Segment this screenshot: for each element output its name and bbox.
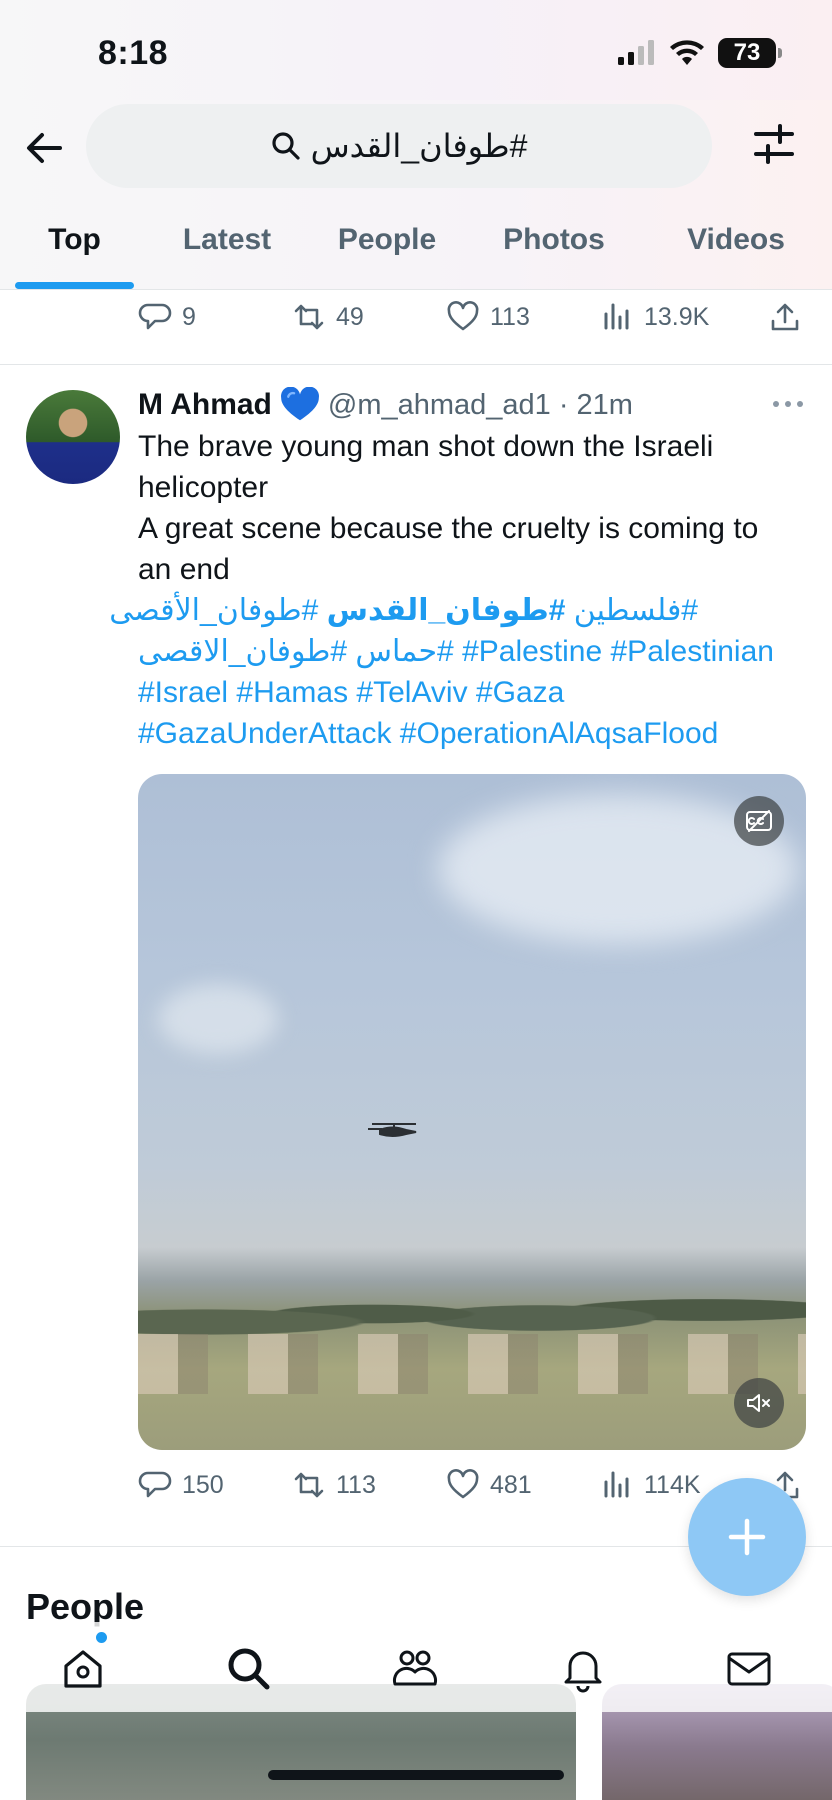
avatar[interactable]: [26, 390, 120, 484]
tweet-header: M Ahmad @m_ahmad_ad1 · 21m: [138, 384, 633, 426]
status-icons: 73: [616, 38, 782, 68]
search-input[interactable]: #طوفان_القدس: [86, 104, 712, 188]
video-houses: [138, 1334, 806, 1394]
views-chart-icon: [604, 1471, 629, 1498]
repost-icon: [294, 1472, 324, 1498]
views-button[interactable]: 114K: [600, 1460, 701, 1510]
hashtag-link[interactable]: #فلسطين: [565, 594, 698, 627]
search-query: #طوفان_القدس: [310, 128, 528, 164]
home-icon[interactable]: [58, 1644, 108, 1694]
notification-dot: [96, 1632, 107, 1643]
share-button[interactable]: [768, 292, 802, 342]
muted-speaker-icon: [747, 1394, 770, 1412]
like-button[interactable]: 481: [446, 1460, 532, 1510]
tweet-video[interactable]: [138, 774, 806, 1450]
status-time: 8:18: [98, 34, 169, 72]
notifications-bell-icon[interactable]: [558, 1644, 608, 1694]
views-count: 13.9K: [644, 302, 710, 331]
views-count: 114K: [644, 1470, 701, 1499]
share-icon: [771, 303, 799, 331]
captions-button[interactable]: [734, 796, 784, 846]
reply-icon: [138, 303, 172, 330]
more-options-icon[interactable]: [770, 392, 806, 416]
reply-count: 9: [182, 302, 196, 331]
tab-people[interactable]: People: [326, 218, 448, 290]
wifi-icon: [670, 40, 704, 65]
tweet-divider: [0, 364, 832, 365]
repost-button[interactable]: 113: [292, 1460, 376, 1510]
tab-videos[interactable]: Videos: [676, 218, 796, 290]
hashtag-link[interactable]: #طوفان_الأقصى: [109, 594, 326, 627]
meta-separator: ·: [558, 388, 569, 421]
repost-count: 49: [336, 302, 364, 331]
sliders-icon: [754, 124, 794, 164]
repost-icon: [294, 304, 324, 330]
bottom-navigation: [0, 1622, 832, 1712]
repost-button[interactable]: 49: [292, 292, 364, 342]
search-settings-button[interactable]: [752, 122, 802, 172]
helicopter-silhouette: [368, 1123, 417, 1137]
reply-button[interactable]: 150: [138, 1460, 224, 1510]
captions-off-icon: [746, 810, 772, 832]
tab-latest[interactable]: Latest: [170, 218, 284, 290]
search-tabs: Top Latest People Photos Videos: [0, 218, 832, 290]
tweet-text: The brave young man shot down the Israel…: [138, 426, 810, 590]
search-header: #طوفان_القدس Top Latest People Photos Vi…: [0, 100, 832, 290]
heart-icon: [447, 301, 479, 331]
tweet-text-line: helicopter: [138, 471, 269, 504]
hashtag-link[interactable]: #Palestine #Palestinian: [454, 635, 774, 668]
hashtag-line[interactable]: #GazaUnderAttack #OperationAlAqsaFlood: [138, 713, 818, 754]
compose-button[interactable]: [688, 1478, 806, 1596]
messages-envelope-icon[interactable]: [724, 1644, 774, 1694]
hashtags: #فلسطين #طوفان_القدس #طوفان_الأقصى #حماس…: [109, 590, 818, 754]
home-indicator: [268, 1770, 564, 1780]
search-icon: [271, 132, 300, 160]
hashtag-line: #حماس #طوفان_الاقصى #Palestine #Palestin…: [138, 631, 818, 672]
active-tab-indicator: [15, 282, 134, 289]
tweet-text-line: The brave young man shot down the Israel…: [138, 430, 714, 463]
previous-tweet-actions: 9 49 113 13.9K: [0, 292, 832, 342]
video-cloud: [158, 984, 278, 1054]
like-button[interactable]: 113: [446, 292, 530, 342]
search-icon[interactable]: [224, 1644, 274, 1694]
tweet-text-line: an end: [138, 553, 230, 586]
hashtag-line: #فلسطين #طوفان_القدس #طوفان_الأقصى: [109, 590, 698, 631]
author-handle[interactable]: @m_ahmad_ad1: [328, 389, 551, 422]
reply-icon: [138, 1471, 172, 1498]
blue-heart-icon: [280, 387, 319, 421]
reply-button[interactable]: 9: [138, 292, 196, 342]
communities-icon[interactable]: [390, 1644, 440, 1694]
plus-icon: [728, 1518, 766, 1556]
tab-photos[interactable]: Photos: [494, 218, 614, 290]
views-button[interactable]: 13.9K: [600, 292, 709, 342]
hashtag-link[interactable]: #حماس #طوفان_الاقصى: [138, 635, 454, 668]
views-chart-icon: [604, 303, 629, 330]
back-arrow-icon: [27, 133, 62, 163]
hashtag-link-bold[interactable]: #طوفان_القدس: [327, 594, 566, 627]
status-bar: 8:18 73: [0, 0, 832, 100]
reply-count: 150: [182, 1470, 224, 1499]
hashtag-line[interactable]: #Israel #Hamas #TelAviv #Gaza: [138, 672, 818, 713]
like-count: 481: [490, 1470, 532, 1499]
like-count: 113: [490, 302, 530, 331]
author-name[interactable]: M Ahmad: [138, 388, 272, 422]
tweet-text-line: A great scene because the cruelty is com…: [138, 512, 759, 545]
unmute-button[interactable]: [734, 1378, 784, 1428]
battery-indicator: 73: [718, 38, 782, 68]
repost-count: 113: [336, 1470, 376, 1499]
heart-icon: [447, 1469, 479, 1499]
back-button[interactable]: [20, 124, 68, 172]
tab-top[interactable]: Top: [15, 218, 134, 290]
tweet-time[interactable]: 21m: [576, 389, 632, 422]
cellular-signal-icon: [618, 40, 654, 65]
